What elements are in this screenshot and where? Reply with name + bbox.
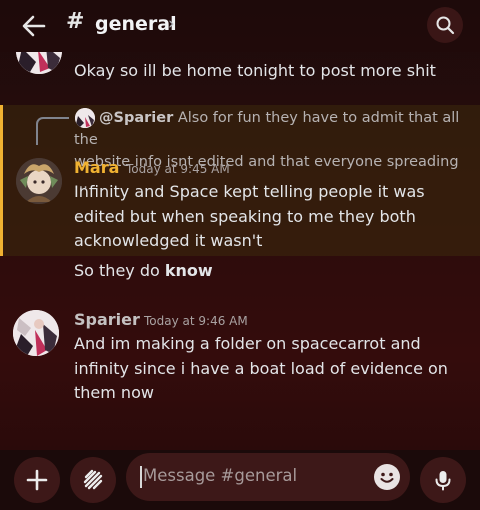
channel-header: # general › [0,0,480,52]
avatar[interactable] [13,310,59,356]
message-input-placeholder: Message #general [143,466,298,485]
avatar[interactable] [16,158,62,204]
text-caret [140,466,142,488]
message-list[interactable]: Okay so ill be home tonight to post more… [0,52,480,450]
arrow-left-icon [22,15,46,37]
author-name[interactable]: Sparier [74,310,140,329]
channel-title[interactable]: general [95,13,177,35]
reply-mention[interactable]: @Sparier [99,110,173,126]
message-text: And im making a folder on spacecarrot an… [74,332,448,406]
message-line: acknowledged it wasn't [74,231,263,250]
avatar[interactable] [16,52,62,74]
channel-hash-icon: # [66,9,85,34]
message-text: Infinity and Space kept telling people i… [74,180,425,254]
bold-text: know [164,261,213,280]
emoji-button[interactable] [374,464,400,490]
message-line: And im making a folder on spacecarrot an… [74,334,421,353]
timestamp: Today at 9:45 AM [126,162,230,176]
plus-icon [26,469,48,491]
message-text: So they do know [74,259,213,284]
author-name[interactable]: Mara [74,158,119,177]
message-input[interactable]: Message #general [126,453,410,501]
message-line: them now [74,383,154,402]
message-composer: Message #general [0,450,480,510]
chevron-right-icon[interactable]: › [168,14,175,34]
reply-connector [36,117,69,145]
apps-button[interactable] [70,457,116,503]
message-line: edited but when speaking to me they both [74,206,416,226]
microphone-icon [435,471,451,491]
back-button[interactable] [20,12,48,40]
search-icon [436,16,455,35]
emoji-icon [380,472,394,483]
voice-message-button[interactable] [420,457,466,503]
message-text: Okay so ill be home tonight to post more… [74,61,436,80]
add-attachment-button[interactable] [14,457,60,503]
message-line: Infinity and Space kept telling people i… [74,182,425,201]
search-button[interactable] [427,7,463,43]
apps-icon [83,469,103,490]
message-line: So they do [74,261,165,280]
timestamp: Today at 9:46 AM [144,314,248,328]
message-line: infinity since i have a boat load of evi… [74,358,448,378]
